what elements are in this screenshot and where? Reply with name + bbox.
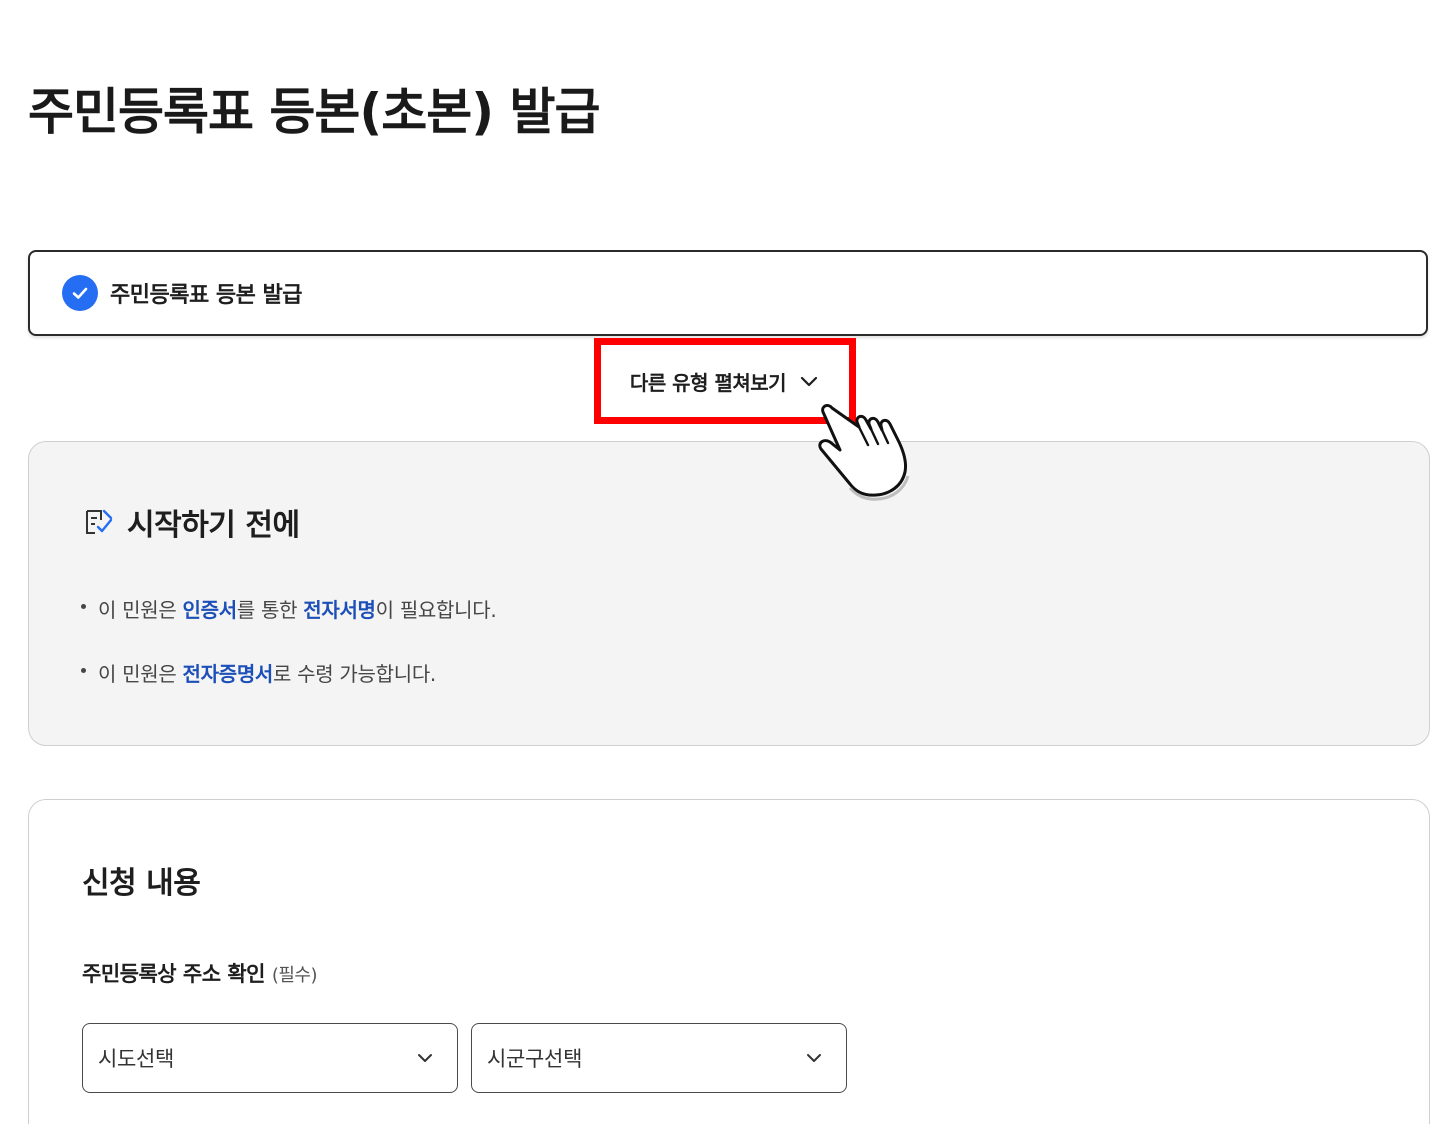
before-start-heading: 시작하기 전에 (83, 500, 300, 544)
before-start-list: 이 민원은 인증서를 통한 전자서명이 필요합니다. 이 민원은 전자증명서로 … (79, 594, 497, 722)
application-panel: 신청 내용 주민등록상 주소 확인 (필수) 시도선택 시군구선택 (28, 799, 1430, 1124)
expand-button-label: 다른 유형 펼쳐보기 (629, 370, 787, 395)
expand-other-types-button[interactable]: 다른 유형 펼쳐보기 (630, 367, 820, 396)
list-item: 이 민원은 인증서를 통한 전자서명이 필요합니다. (79, 594, 497, 658)
application-title: 신청 내용 (82, 866, 201, 901)
e-certificate-link-text: 전자증명서 (182, 662, 274, 686)
selected-type-card[interactable]: 주민등록표 등본 발급 (28, 250, 1428, 336)
before-start-title: 시작하기 전에 (127, 508, 300, 543)
before-start-panel: 시작하기 전에 이 민원은 인증서를 통한 전자서명이 필요합니다. 이 민원은… (28, 441, 1430, 746)
sigungu-select[interactable]: 시군구선택 (471, 1023, 847, 1093)
page-title: 주민등록표 등본(초본) 발급 (28, 83, 601, 141)
certificate-link-text: 인증서 (182, 598, 238, 622)
list-item: 이 민원은 전자증명서로 수령 가능합니다. (79, 658, 496, 722)
address-label-text: 주민등록상 주소 확인 (82, 962, 266, 986)
check-circle-icon (62, 275, 98, 311)
required-marker: (필수) (271, 965, 318, 986)
sigungu-select-value: 시군구선택 (487, 1047, 583, 1071)
address-field-label: 주민등록상 주소 확인 (필수) (82, 958, 318, 988)
chevron-down-icon (807, 1054, 821, 1062)
checklist-icon (86, 509, 113, 534)
e-signature-link-text: 전자서명 (303, 598, 376, 622)
bullet (81, 668, 86, 673)
chevron-down-icon (800, 376, 818, 387)
chevron-down-icon (418, 1054, 432, 1062)
sido-select[interactable]: 시도선택 (82, 1023, 458, 1093)
info-text: 이 민원은 인증서를 통한 전자서명이 필요합니다. (98, 598, 497, 622)
selected-type-label: 주민등록표 등본 발급 (110, 283, 302, 308)
hand-pointer-icon (818, 403, 910, 501)
page: 주민등록표 등본(초본) 발급 주민등록표 등본 발급 다른 유형 펼쳐보기 시… (0, 0, 1451, 1124)
info-text: 이 민원은 전자증명서로 수령 가능합니다. (98, 662, 436, 686)
sido-select-value: 시도선택 (98, 1047, 175, 1071)
bullet (81, 604, 86, 609)
